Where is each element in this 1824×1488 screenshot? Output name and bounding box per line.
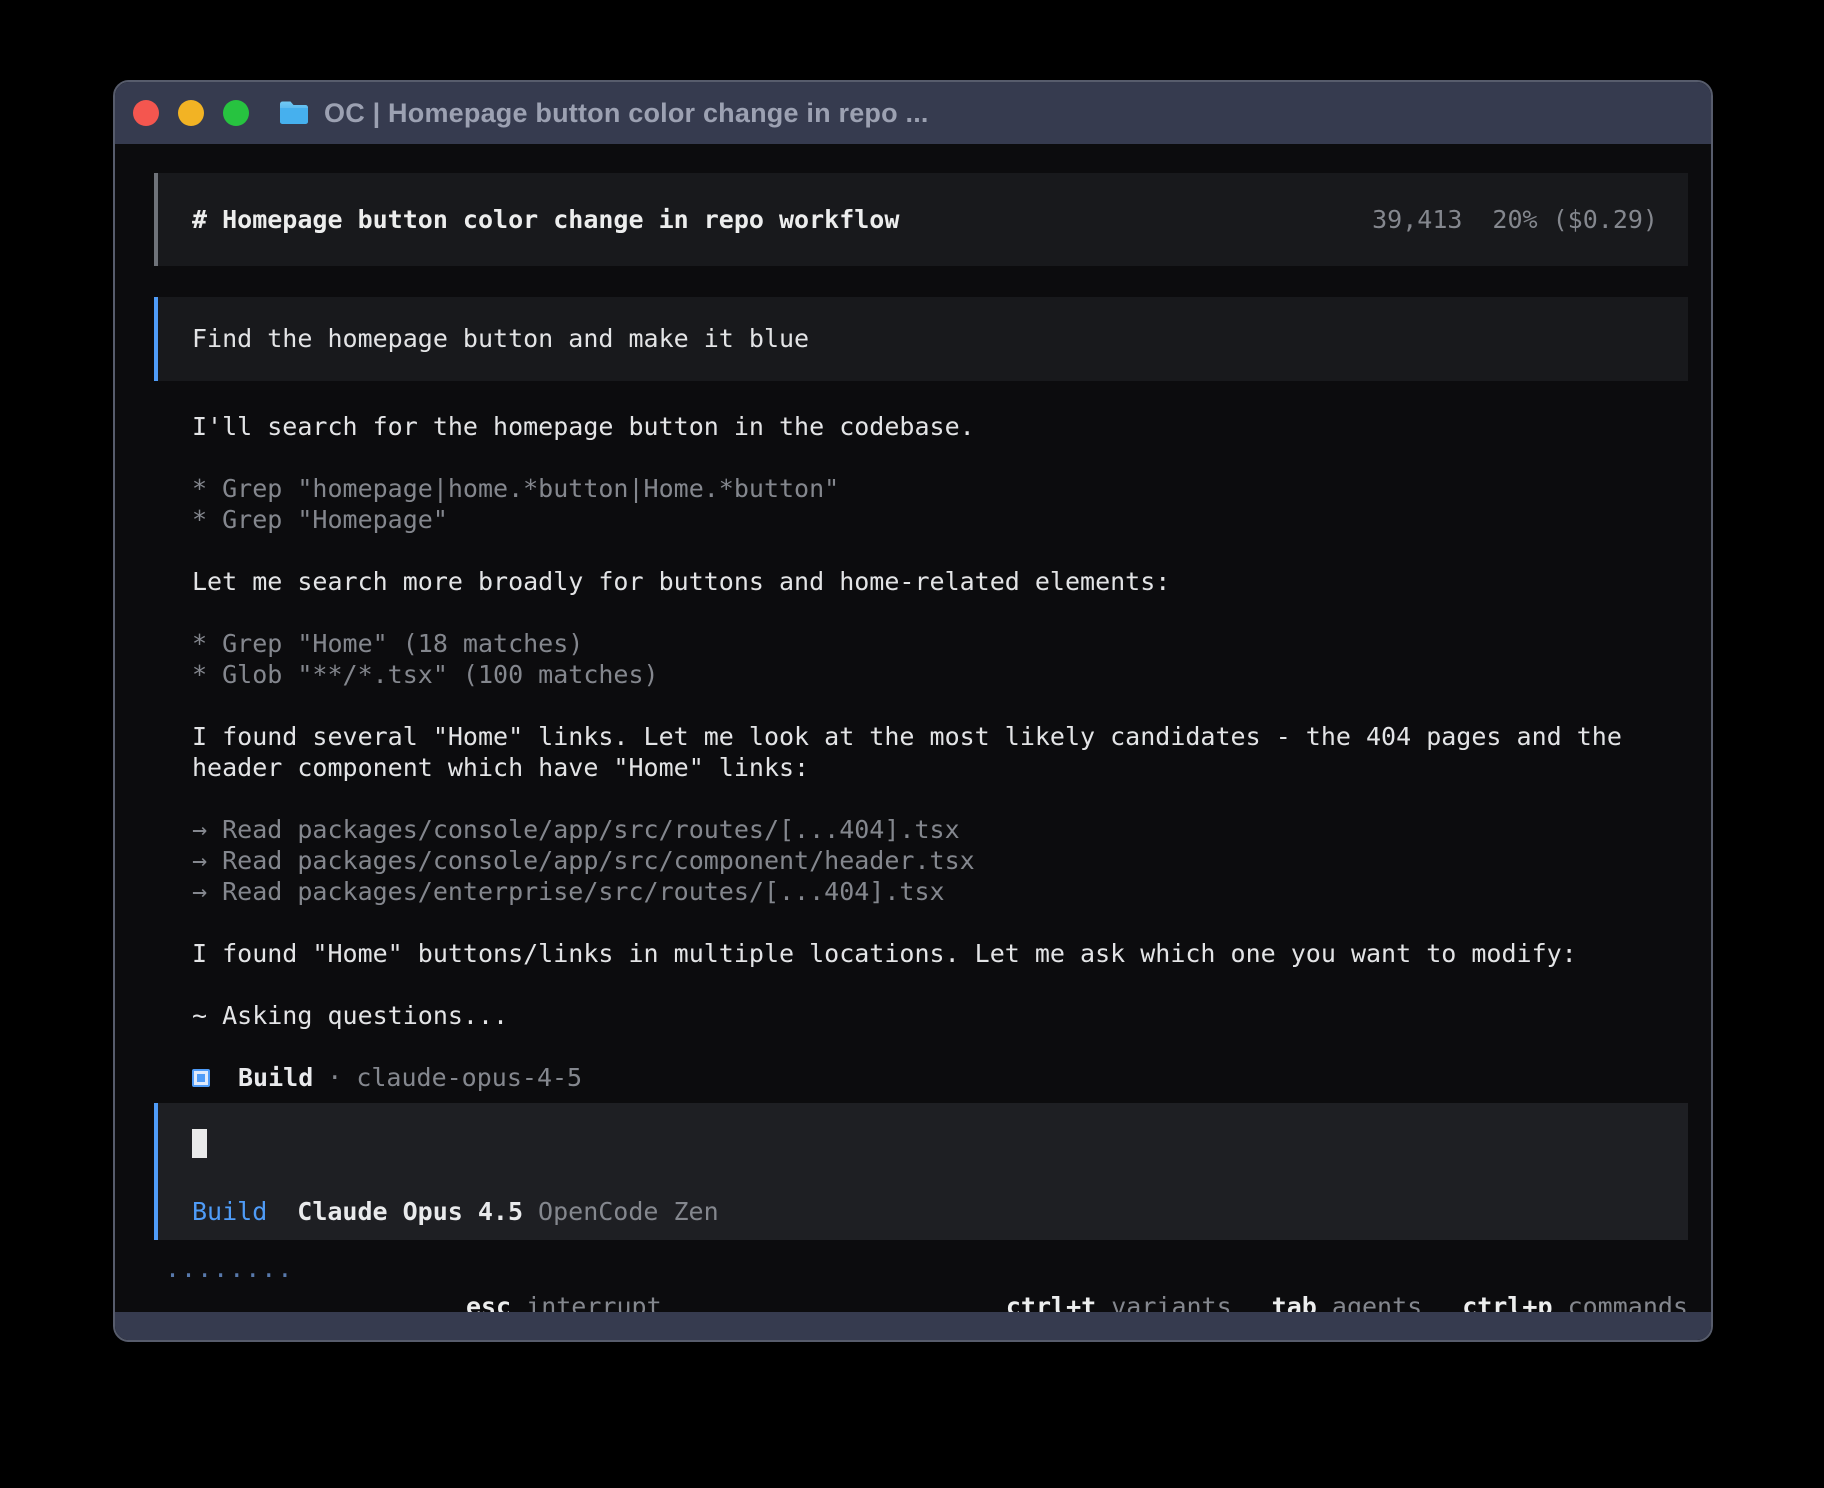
transcript-line: I'll search for the homepage button in t… <box>192 411 1688 442</box>
context-usage: 20% ($0.29) <box>1492 205 1658 234</box>
transcript-lines: I'll search for the homepage button in t… <box>192 411 1688 1062</box>
transcript-line <box>192 969 1688 1000</box>
agent-build-icon <box>192 1069 210 1087</box>
transcript-line <box>192 597 1688 628</box>
desktop: OC | Homepage button color change in rep… <box>0 0 1824 1488</box>
prompt-input[interactable]: Build Claude Opus 4.5 OpenCode Zen <box>154 1103 1688 1240</box>
transcript-line: * Grep "homepage|home.*button|Home.*butt… <box>192 473 1688 504</box>
terminal-window: OC | Homepage button color change in rep… <box>113 80 1713 1342</box>
agent-badge: Build <box>192 1196 267 1227</box>
user-message: Find the homepage button and make it blu… <box>154 297 1688 381</box>
transcript-line <box>192 1031 1688 1062</box>
hints-right: ctrl+t variantstab agentsctrl+p commands <box>855 1229 1688 1322</box>
transcript-line: I found "Home" buttons/links in multiple… <box>192 938 1688 969</box>
session-header: # Homepage button color change in repo w… <box>154 173 1688 266</box>
window-title: OC | Homepage button color change in rep… <box>324 98 929 129</box>
zoom-button[interactable] <box>223 100 249 126</box>
minimize-button[interactable] <box>178 100 204 126</box>
transcript-line <box>192 783 1688 814</box>
transcript-line: ~ Asking questions... <box>192 1000 1688 1031</box>
transcript: I'll search for the homepage button in t… <box>154 411 1688 1093</box>
session-title: # Homepage button color change in repo w… <box>192 204 899 235</box>
transcript-line: * Glob "**/*.tsx" (100 matches) <box>192 659 1688 690</box>
close-button[interactable] <box>133 100 159 126</box>
agent-separator: · <box>327 1062 342 1093</box>
input-status-row: Build Claude Opus 4.5 OpenCode Zen <box>192 1196 1658 1227</box>
status-left: ········ esc interrupt <box>154 1229 662 1322</box>
window-titlebar[interactable]: OC | Homepage button color change in rep… <box>115 82 1711 144</box>
transcript-line <box>192 535 1688 566</box>
transcript-line: I found several "Home" links. Let me loo… <box>192 721 1688 752</box>
window-bottom-strip <box>115 1312 1711 1340</box>
input-line[interactable] <box>192 1129 1658 1160</box>
transcript-line: → Read packages/console/app/src/componen… <box>192 845 1688 876</box>
transcript-line: → Read packages/enterprise/src/routes/[.… <box>192 876 1688 907</box>
status-right: ctrl+t variantstab agentsctrl+p commands <box>855 1229 1688 1322</box>
transcript-line <box>192 690 1688 721</box>
transcript-line: * Grep "Homepage" <box>192 504 1688 535</box>
provider-label: OpenCode Zen <box>538 1196 719 1227</box>
session-stats: 39,413 20% ($0.29) <box>1372 204 1658 235</box>
spinner-dots: ········ <box>165 1260 293 1291</box>
terminal-content: # Homepage button color change in repo w… <box>115 144 1711 1312</box>
agent-name: Build <box>238 1062 313 1093</box>
folder-icon <box>278 100 310 126</box>
transcript-line: * Grep "Home" (18 matches) <box>192 628 1688 659</box>
token-count: 39,413 <box>1372 205 1462 234</box>
text-cursor <box>192 1129 207 1158</box>
transcript-line: Let me search more broadly for buttons a… <box>192 566 1688 597</box>
model-label: Claude Opus 4.5 <box>297 1196 523 1227</box>
hints-left: esc interrupt <box>293 1229 661 1322</box>
transcript-line: → Read packages/console/app/src/routes/[… <box>192 814 1688 845</box>
transcript-line <box>192 442 1688 473</box>
status-bar: ········ esc interrupt ctrl+t variantsta… <box>154 1260 1688 1291</box>
agent-status-row: Build · claude-opus-4-5 <box>192 1062 1688 1093</box>
agent-model: claude-opus-4-5 <box>356 1062 582 1093</box>
transcript-line <box>192 907 1688 938</box>
transcript-line: header component which have "Home" links… <box>192 752 1688 783</box>
